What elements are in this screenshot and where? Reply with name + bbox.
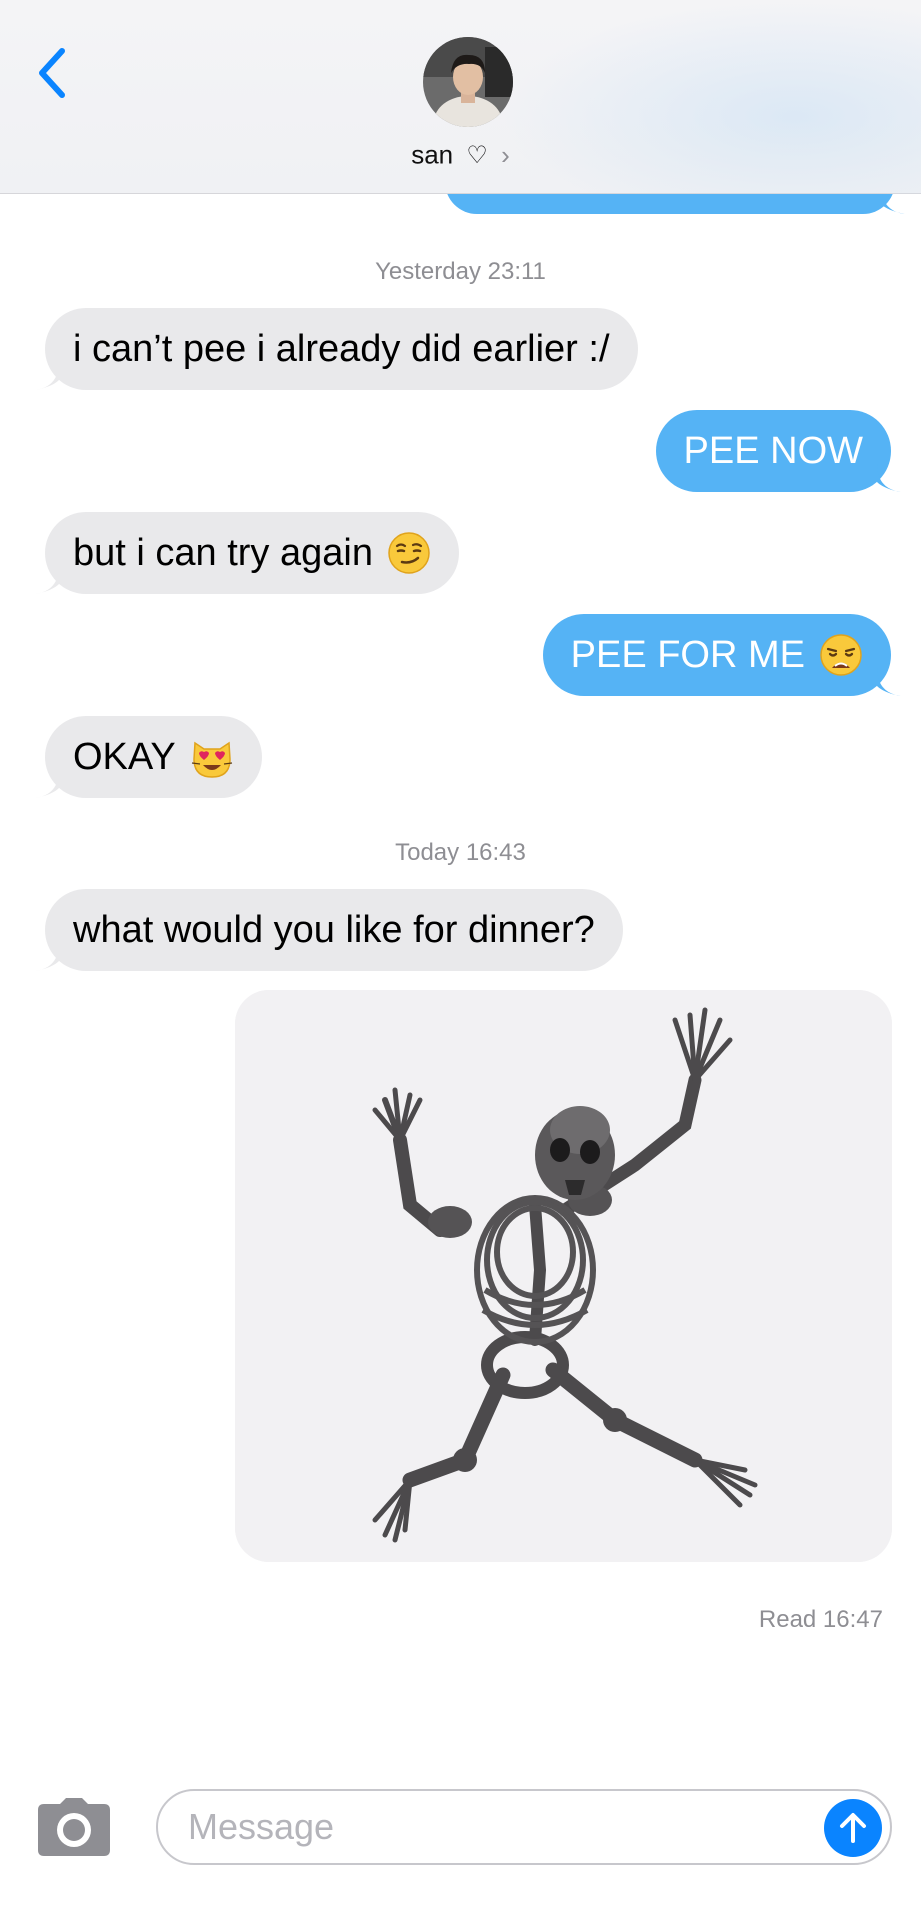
incoming-message-bubble[interactable]: i can’t pee i already did earlier :/ <box>35 308 638 390</box>
message-text: PEE NOW <box>683 429 863 472</box>
back-button[interactable] <box>30 45 74 101</box>
camera-button[interactable] <box>38 1798 110 1856</box>
contact-name-row[interactable]: san ♡ › <box>0 138 921 171</box>
send-button[interactable] <box>824 1799 882 1857</box>
message-text: what would you like for dinner? <box>73 908 595 951</box>
heart-eyes-cat-icon <box>191 741 232 778</box>
message-input[interactable] <box>188 1806 788 1848</box>
timestamp: Yesterday 23:11 <box>375 258 546 285</box>
weary-face-icon <box>820 634 862 676</box>
incoming-message-bubble[interactable]: but i can try again <box>35 512 459 594</box>
message-text: OKAY <box>73 735 176 778</box>
message-text: PEE FOR ME <box>570 633 805 676</box>
smirking-face-icon <box>388 532 430 574</box>
outgoing-message-bubble[interactable]: PEE FOR ME <box>542 614 901 696</box>
message-text: i can’t pee i already did earlier :/ <box>73 327 610 370</box>
avatar[interactable] <box>423 37 513 127</box>
camera-icon <box>38 1798 110 1856</box>
timestamp: Today 16:43 <box>395 839 526 866</box>
message-field[interactable] <box>156 1789 892 1865</box>
chevron-right-icon: › <box>501 139 510 170</box>
message-text: but i can try again <box>73 531 373 574</box>
heart-icon: ♡ <box>466 141 488 169</box>
incoming-message-bubble[interactable]: what would you like for dinner? <box>35 889 623 971</box>
contact-name: san <box>411 139 454 170</box>
conversation-header: san ♡ › <box>0 0 921 194</box>
outgoing-message-bubble[interactable]: PEE NOW <box>655 410 901 492</box>
outgoing-image-message[interactable] <box>235 990 892 1562</box>
incoming-message-bubble[interactable]: OKAY <box>35 716 262 798</box>
arrow-up-icon <box>840 1813 866 1843</box>
chevron-left-icon <box>39 48 65 98</box>
read-receipt: Read 16:47 <box>758 1606 883 1633</box>
dancing-skeleton-image <box>235 990 892 1562</box>
